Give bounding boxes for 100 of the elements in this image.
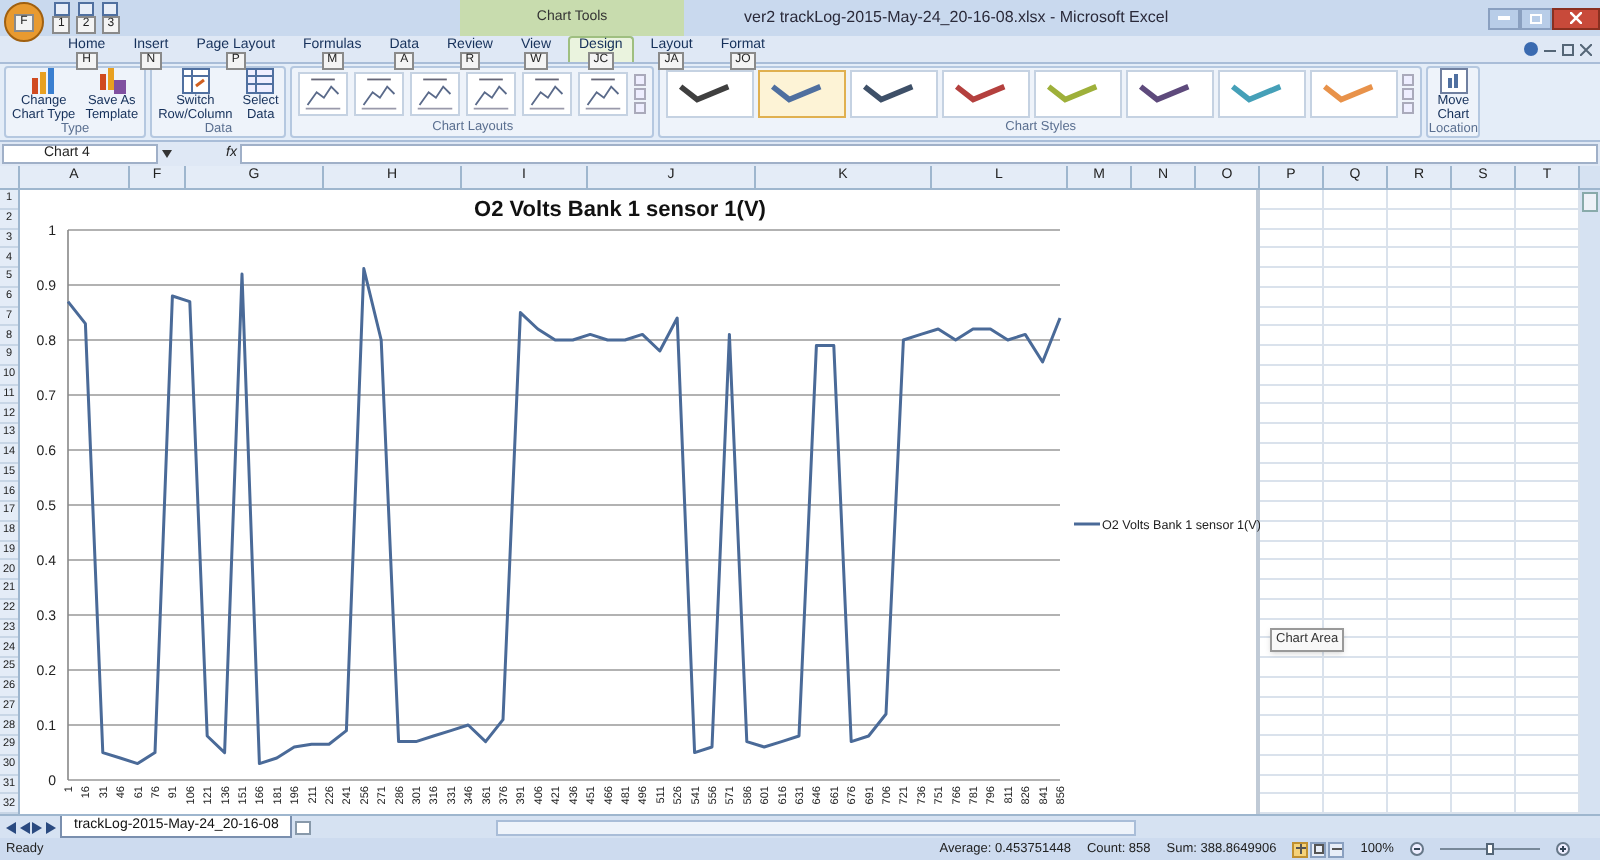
spreadsheet-cell[interactable] xyxy=(1452,755,1516,775)
spreadsheet-cell[interactable] xyxy=(1324,326,1388,346)
spreadsheet-cell[interactable] xyxy=(1324,658,1388,678)
spreadsheet-cell[interactable] xyxy=(1324,463,1388,483)
spreadsheet-cell[interactable] xyxy=(1324,736,1388,756)
chart-style-thumbnail[interactable] xyxy=(850,70,939,118)
chart-style-thumbnail[interactable] xyxy=(1310,70,1399,118)
spreadsheet-cell[interactable] xyxy=(1452,482,1516,502)
zoom-in-icon[interactable] xyxy=(1555,842,1570,856)
view-button[interactable] xyxy=(1328,841,1345,857)
spreadsheet-cell[interactable] xyxy=(1324,482,1388,502)
spreadsheet-cell[interactable] xyxy=(1452,463,1516,483)
chart-layout-thumbnail[interactable] xyxy=(410,72,461,116)
spreadsheet-cell[interactable] xyxy=(1452,716,1516,736)
spreadsheet-cell[interactable] xyxy=(1324,190,1388,210)
spreadsheet-cell[interactable] xyxy=(1388,580,1452,600)
horizontal-scrollbar[interactable] xyxy=(496,819,1137,835)
spreadsheet-cell[interactable] xyxy=(1388,521,1452,541)
spreadsheet-cell[interactable] xyxy=(1452,521,1516,541)
view-button[interactable] xyxy=(1310,841,1327,857)
close-icon[interactable] xyxy=(1580,43,1592,55)
spreadsheet-cell[interactable] xyxy=(1452,658,1516,678)
chart-style-thumbnail[interactable] xyxy=(1218,70,1307,118)
spreadsheet-cell[interactable] xyxy=(1388,209,1452,229)
spreadsheet-cell[interactable] xyxy=(1452,638,1516,658)
spreadsheet-cell[interactable] xyxy=(1324,697,1388,717)
spreadsheet-cell[interactable] xyxy=(1388,502,1452,522)
spreadsheet-cell[interactable] xyxy=(1324,268,1388,288)
spreadsheet-cell[interactable] xyxy=(1324,775,1388,795)
spreadsheet-cell[interactable] xyxy=(1324,404,1388,424)
spreadsheet-cell[interactable] xyxy=(1452,346,1516,366)
spreadsheet-cell[interactable] xyxy=(1388,268,1452,288)
spreadsheet-cell[interactable] xyxy=(1324,346,1388,366)
spreadsheet-cell[interactable] xyxy=(1452,209,1516,229)
scrollbar-thumb-icon[interactable] xyxy=(1582,192,1598,212)
spreadsheet-cell[interactable] xyxy=(1388,190,1452,210)
spreadsheet-cell[interactable] xyxy=(1324,541,1388,561)
view-button[interactable] xyxy=(1292,841,1309,857)
spreadsheet-cell[interactable] xyxy=(1388,638,1452,658)
spreadsheet-cell[interactable] xyxy=(1324,502,1388,522)
spreadsheet-cell[interactable] xyxy=(1388,404,1452,424)
chart-layout-thumbnail[interactable] xyxy=(466,72,517,116)
spreadsheet-cell[interactable] xyxy=(1452,268,1516,288)
spreadsheet-cell[interactable] xyxy=(1324,248,1388,268)
restore-icon[interactable] xyxy=(1562,43,1574,55)
spreadsheet-cell[interactable] xyxy=(1388,307,1452,327)
spreadsheet-cell[interactable] xyxy=(1388,248,1452,268)
spreadsheet-cell[interactable] xyxy=(1388,736,1452,756)
spreadsheet-cell[interactable] xyxy=(1324,677,1388,697)
close-button[interactable] xyxy=(1552,7,1600,29)
chart-style-thumbnail[interactable] xyxy=(758,70,847,118)
insert-sheet-icon[interactable] xyxy=(294,819,315,835)
spreadsheet-cell[interactable] xyxy=(1388,658,1452,678)
chart-layout-thumbnail[interactable] xyxy=(354,72,405,116)
spreadsheet-cell[interactable] xyxy=(1452,443,1516,463)
spreadsheet-cell[interactable] xyxy=(1452,190,1516,210)
spreadsheet-cell[interactable] xyxy=(1388,677,1452,697)
chart-layout-thumbnail[interactable] xyxy=(298,72,349,116)
spreadsheet-cell[interactable] xyxy=(1388,385,1452,405)
zoom-slider[interactable] xyxy=(1439,842,1540,856)
spreadsheet-cell[interactable] xyxy=(1388,365,1452,385)
spreadsheet-cell[interactable] xyxy=(1388,287,1452,307)
spreadsheet-cell[interactable] xyxy=(1452,580,1516,600)
spreadsheet-cell[interactable] xyxy=(1452,385,1516,405)
spreadsheet-cell[interactable] xyxy=(1388,619,1452,639)
spreadsheet-cell[interactable] xyxy=(1452,736,1516,756)
spreadsheet-cell[interactable] xyxy=(1324,287,1388,307)
spreadsheet-cell[interactable] xyxy=(1452,404,1516,424)
spreadsheet-cell[interactable] xyxy=(1324,209,1388,229)
spreadsheet-cell[interactable] xyxy=(1452,326,1516,346)
spreadsheet-cell[interactable] xyxy=(1452,697,1516,717)
spreadsheet-cell[interactable] xyxy=(1324,580,1388,600)
spreadsheet-cell[interactable] xyxy=(1452,307,1516,327)
spreadsheet-cell[interactable] xyxy=(1324,307,1388,327)
spreadsheet-cell[interactable] xyxy=(1388,599,1452,619)
spreadsheet-cell[interactable] xyxy=(1388,775,1452,795)
spreadsheet-cell[interactable] xyxy=(1452,248,1516,268)
spreadsheet-cell[interactable] xyxy=(1324,755,1388,775)
spreadsheet-cell[interactable] xyxy=(1324,599,1388,619)
spreadsheet-cell[interactable] xyxy=(1388,463,1452,483)
spreadsheet-cell[interactable] xyxy=(1388,716,1452,736)
spreadsheet-cell[interactable] xyxy=(1324,716,1388,736)
zoom-out-icon[interactable] xyxy=(1409,842,1424,856)
dropdown-caret-icon[interactable] xyxy=(162,150,172,158)
minimize-button[interactable] xyxy=(1488,7,1520,29)
spreadsheet-cell[interactable] xyxy=(1324,424,1388,444)
maximize-button[interactable] xyxy=(1520,7,1552,29)
spreadsheet-cell[interactable] xyxy=(1388,560,1452,580)
chart-style-thumbnail[interactable] xyxy=(1126,70,1215,118)
chart-style-thumbnail[interactable] xyxy=(1034,70,1123,118)
chart-layout-thumbnail[interactable] xyxy=(578,72,629,116)
chart-style-thumbnail[interactable] xyxy=(666,70,755,118)
spreadsheet-cell[interactable] xyxy=(1452,287,1516,307)
formula-field[interactable] xyxy=(240,144,1598,164)
slider-thumb[interactable] xyxy=(1485,843,1494,855)
spreadsheet-cell[interactable] xyxy=(1388,326,1452,346)
spreadsheet-cell[interactable] xyxy=(1452,365,1516,385)
spreadsheet-cell[interactable] xyxy=(1452,229,1516,249)
spreadsheet-cell[interactable] xyxy=(1452,677,1516,697)
spreadsheet-cell[interactable] xyxy=(1324,385,1388,405)
